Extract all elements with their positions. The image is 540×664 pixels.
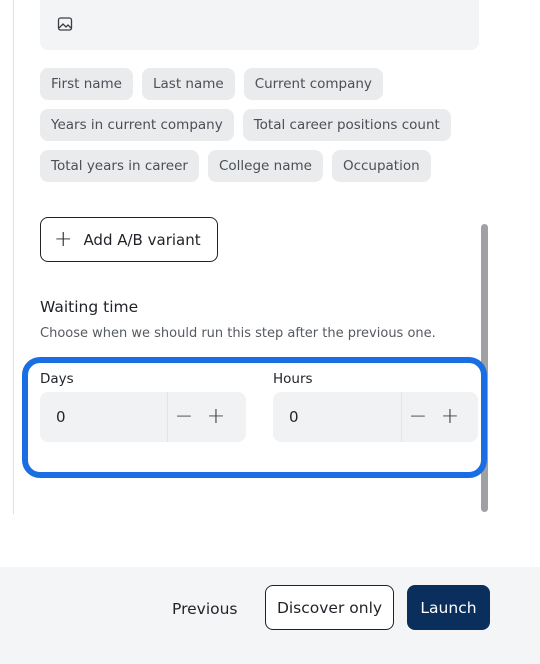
plus-icon: + <box>54 226 73 252</box>
days-label: Days <box>40 371 74 387</box>
days-input[interactable]: 0 <box>40 408 167 426</box>
launch-button[interactable]: Launch <box>407 585 490 630</box>
chip-total-years-in-career[interactable]: Total years in career <box>40 150 199 182</box>
chip-row: First name Last name Current company <box>40 68 460 100</box>
chip-first-name[interactable]: First name <box>40 68 133 100</box>
message-editor[interactable] <box>40 0 479 50</box>
discover-only-button[interactable]: Discover only <box>265 585 394 630</box>
chip-occupation[interactable]: Occupation <box>331 150 431 182</box>
chip-last-name[interactable]: Last name <box>142 68 235 100</box>
page: First name Last name Current company Yea… <box>0 0 540 664</box>
hours-label: Hours <box>273 371 313 387</box>
chip-years-in-current-company[interactable]: Years in current company <box>40 109 234 141</box>
chip-row: Total years in career College name Occup… <box>40 150 460 182</box>
hours-decrement-button[interactable]: − <box>402 406 434 428</box>
add-ab-variant-button[interactable]: + Add A/B variant <box>40 217 218 262</box>
previous-button[interactable]: Previous <box>172 587 238 631</box>
hours-stepper: 0 − + <box>273 392 478 442</box>
chip-current-company[interactable]: Current company <box>243 68 383 100</box>
days-increment-button[interactable]: + <box>200 406 232 428</box>
waiting-time-title: Waiting time <box>40 298 139 316</box>
chip-total-career-positions[interactable]: Total career positions count <box>242 109 451 141</box>
hours-increment-button[interactable]: + <box>434 406 466 428</box>
chip-college-name[interactable]: College name <box>207 150 323 182</box>
image-icon[interactable] <box>57 16 73 32</box>
add-ab-variant-label: Add A/B variant <box>83 230 201 249</box>
waiting-time-description: Choose when we should run this step afte… <box>40 326 436 341</box>
chip-row: Years in current company Total career po… <box>40 109 460 141</box>
left-divider <box>13 0 14 514</box>
days-decrement-button[interactable]: − <box>168 406 200 428</box>
hours-input[interactable]: 0 <box>273 408 401 426</box>
days-stepper: 0 − + <box>40 392 246 442</box>
variable-chips: First name Last name Current company Yea… <box>40 68 460 191</box>
